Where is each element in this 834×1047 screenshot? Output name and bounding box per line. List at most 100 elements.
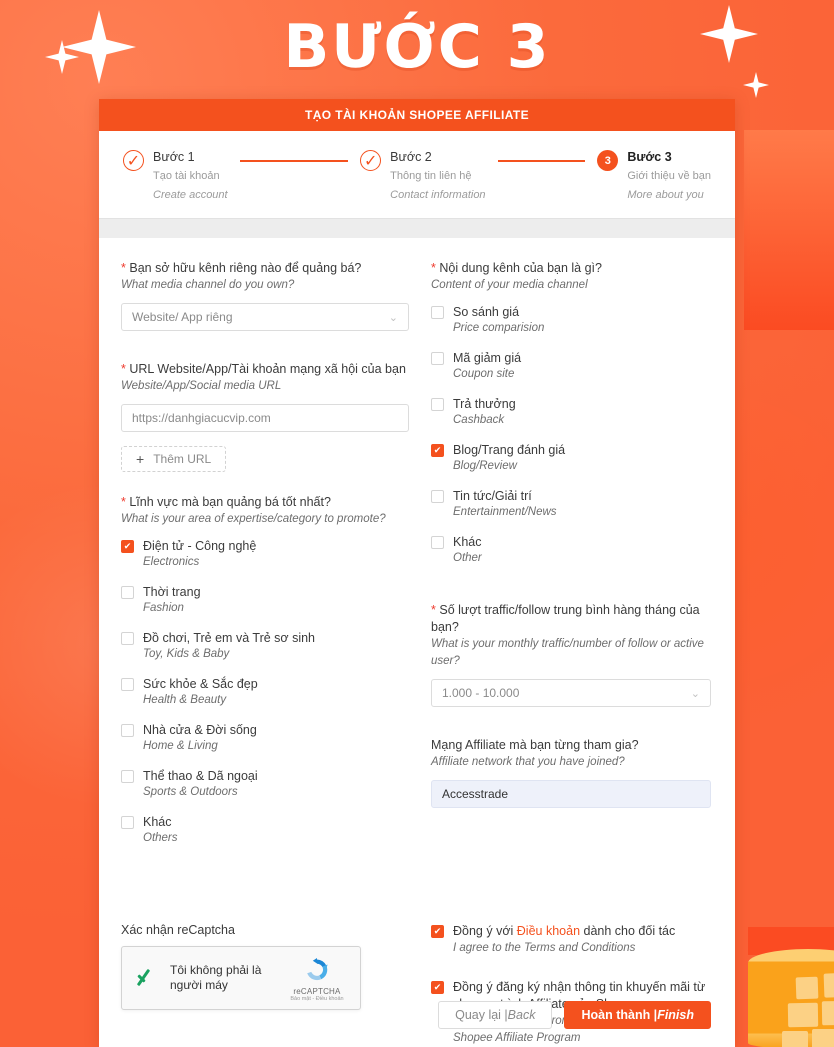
step-title: Bước 1 xyxy=(153,150,195,164)
checkbox-unchecked-icon[interactable] xyxy=(121,632,134,645)
back-button-label-vi: Quay lại | xyxy=(455,1008,508,1022)
media-channel-label-vi: * Bạn sở hữu kênh riêng nào để quảng bá? xyxy=(121,261,362,275)
traffic-value: 1.000 - 10.000 xyxy=(442,686,520,700)
required-asterisk: * xyxy=(121,261,126,275)
checkbox-unchecked-icon[interactable] xyxy=(431,306,444,319)
step-subtitle-en: Create account xyxy=(153,189,228,201)
url-label-vi: * URL Website/App/Tài khoản mạng xã hội … xyxy=(121,362,406,376)
recaptcha-text: Tôi không phải là người máy xyxy=(170,963,262,992)
content-channel-option[interactable]: So sánh giá Price comparision xyxy=(431,304,711,337)
step-number-badge: 3 xyxy=(597,150,619,171)
expertise-option-text: Thể thao & Dã ngoại Sports & Outdoors xyxy=(143,768,258,801)
required-asterisk: * xyxy=(121,495,126,509)
recaptcha-brand: reCAPTCHA xyxy=(293,986,341,996)
content-channel-option-text: Mã giảm giá Coupon site xyxy=(453,350,521,383)
traffic-select[interactable]: 1.000 - 10.000 ⌄ xyxy=(431,679,711,707)
step-title: Bước 2 xyxy=(390,150,432,164)
step-subtitle-vi: Tạo tài khoản xyxy=(153,170,220,182)
expertise-option-label-vi: Thể thao & Dã ngoại xyxy=(143,769,258,783)
url-input[interactable]: https://danhgiacucvip.com xyxy=(121,404,409,432)
checkbox-unchecked-icon[interactable] xyxy=(431,490,444,503)
card-header: TẠO TÀI KHOẢN SHOPEE AFFILIATE xyxy=(99,99,735,131)
captcha-column: Xác nhận reCaptcha Tôi không phải là ngư… xyxy=(115,923,417,1047)
check-icon xyxy=(134,965,160,991)
agreement-label-en: I agree to the Terms and Conditions xyxy=(453,942,636,954)
back-button[interactable]: Quay lại | Back xyxy=(438,1001,553,1029)
checkbox-checked-icon[interactable] xyxy=(431,925,444,938)
content-channel-option-label-vi: Khác xyxy=(453,535,482,549)
checkbox-unchecked-icon[interactable] xyxy=(121,770,134,783)
media-channel-select[interactable]: Website/ App riêng ⌄ xyxy=(121,303,409,331)
stepper: ✓ Bước 1 Tạo tài khoản Create account ✓ … xyxy=(99,131,735,218)
content-channel-option-label-en: Cashback xyxy=(453,414,505,426)
step-subtitle-vi: Thông tin liên hệ xyxy=(390,170,472,182)
plus-icon: + xyxy=(136,451,145,467)
checkbox-unchecked-icon[interactable] xyxy=(121,678,134,691)
content-channel-option[interactable]: Blog/Trang đánh giá Blog/Review xyxy=(431,442,711,475)
expertise-option-text: Khác Others xyxy=(143,814,178,847)
recaptcha-logo: reCAPTCHA Bảo mật - Điều khoản xyxy=(286,955,348,1002)
expertise-option[interactable]: Thời trang Fashion xyxy=(121,584,409,617)
page-title: BƯỚC 3 xyxy=(283,12,551,82)
network-input-value: Accesstrade xyxy=(442,787,509,801)
content-channel-label-vi: * Nội dung kênh của bạn là gì? xyxy=(431,261,602,275)
expertise-option[interactable]: Sức khỏe & Sắc đẹp Health & Beauty xyxy=(121,676,409,709)
content-channel-option[interactable]: Tin tức/Giải trí Entertainment/News xyxy=(431,488,711,521)
checkbox-unchecked-icon[interactable] xyxy=(121,724,134,737)
expertise-option-label-en: Toy, Kids & Baby xyxy=(143,648,230,660)
content-channel-option-label-en: Price comparision xyxy=(453,322,545,334)
checkbox-checked-icon[interactable] xyxy=(431,444,444,457)
url-input-value: https://danhgiacucvip.com xyxy=(132,411,271,425)
checkbox-unchecked-icon[interactable] xyxy=(121,816,134,829)
expertise-option[interactable]: Đồ chơi, Trẻ em và Trẻ sơ sinh Toy, Kids … xyxy=(121,630,409,663)
content-channel-option[interactable]: Trả thưởng Cashback xyxy=(431,396,711,429)
agreement-row[interactable]: Đồng ý với Điều khoản dành cho đối tác I … xyxy=(431,923,711,957)
content-channel-option-text: Trả thưởng Cashback xyxy=(453,396,516,429)
expertise-option[interactable]: Điện tử - Công nghệ Electronics xyxy=(121,538,409,571)
expertise-option[interactable]: Nhà cửa & Đời sống Home & Living xyxy=(121,722,409,755)
stepper-step-1[interactable]: ✓ Bước 1 Tạo tài khoản Create account xyxy=(123,149,360,218)
section-divider xyxy=(99,218,735,238)
expertise-option-label-vi: Đồ chơi, Trẻ em và Trẻ sơ sinh xyxy=(143,631,316,645)
checkbox-unchecked-icon[interactable] xyxy=(431,398,444,411)
expertise-question: * Lĩnh vực mà bạn quảng bá tốt nhất? Wha… xyxy=(121,494,409,528)
expertise-option-text: Thời trang Fashion xyxy=(143,584,201,617)
checkbox-checked-icon[interactable] xyxy=(431,981,444,994)
step-connector-line xyxy=(239,160,349,162)
expertise-option-label-vi: Sức khỏe & Sắc đẹp xyxy=(143,677,258,691)
expertise-option-text: Điện tử - Công nghệ Electronics xyxy=(143,538,256,571)
expertise-option-label-en: Fashion xyxy=(143,602,184,614)
checkbox-checked-icon[interactable] xyxy=(121,540,134,553)
checkbox-unchecked-icon[interactable] xyxy=(431,536,444,549)
required-asterisk: * xyxy=(431,603,436,617)
content-channel-option-label-vi: Tin tức/Giải trí xyxy=(453,489,532,503)
add-url-button[interactable]: + Thêm URL xyxy=(121,446,227,472)
expertise-option-label-vi: Điện tử - Công nghệ xyxy=(143,539,257,553)
checkbox-unchecked-icon[interactable] xyxy=(121,586,134,599)
content-channel-question: * Nội dung kênh của bạn là gì? Content o… xyxy=(431,260,711,294)
back-button-label-en: Back xyxy=(507,1008,536,1022)
stepper-step-3[interactable]: 3 Bước 3 Giới thiệu về bạn More about yo… xyxy=(597,149,711,218)
step-connector-line xyxy=(497,160,586,162)
finish-button[interactable]: Hoàn thành | Finish xyxy=(564,1001,711,1029)
media-channel-value: Website/ App riêng xyxy=(132,310,233,324)
expertise-option-text: Nhà cửa & Đời sống Home & Living xyxy=(143,722,257,755)
form-body: * Bạn sở hữu kênh riêng nào để quảng bá?… xyxy=(99,238,735,923)
action-buttons: Quay lại | Back Hoàn thành | Finish xyxy=(438,1001,711,1029)
recaptcha-widget[interactable]: Tôi không phải là người máy reCAPTCHA Bả… xyxy=(121,946,361,1010)
checkbox-unchecked-icon[interactable] xyxy=(431,352,444,365)
expertise-option[interactable]: Khác Others xyxy=(121,814,409,847)
expertise-option-label-en: Sports & Outdoors xyxy=(143,786,238,798)
network-input[interactable]: Accesstrade xyxy=(431,780,711,808)
expertise-checkbox-list: Điện tử - Công nghệ Electronics Thời trang… xyxy=(121,538,409,847)
terms-link[interactable]: Điều khoản xyxy=(517,924,580,938)
stepper-step-2[interactable]: ✓ Bước 2 Thông tin liên hệ Contact infor… xyxy=(360,149,597,218)
expertise-option[interactable]: Thể thao & Dã ngoại Sports & Outdoors xyxy=(121,768,409,801)
expertise-option-text: Sức khỏe & Sắc đẹp Health & Beauty xyxy=(143,676,258,709)
traffic-question: * Số lượt traffic/follow trung bình hàng… xyxy=(431,602,711,670)
content-channel-option[interactable]: Khác Other xyxy=(431,534,711,567)
content-channel-option[interactable]: Mã giảm giá Coupon site xyxy=(431,350,711,383)
chevron-down-icon: ⌄ xyxy=(690,687,700,700)
expertise-option-text: Đồ chơi, Trẻ em và Trẻ sơ sinh Toy, Kids … xyxy=(143,630,315,663)
hero-banner: BƯỚC 3 xyxy=(0,12,834,82)
